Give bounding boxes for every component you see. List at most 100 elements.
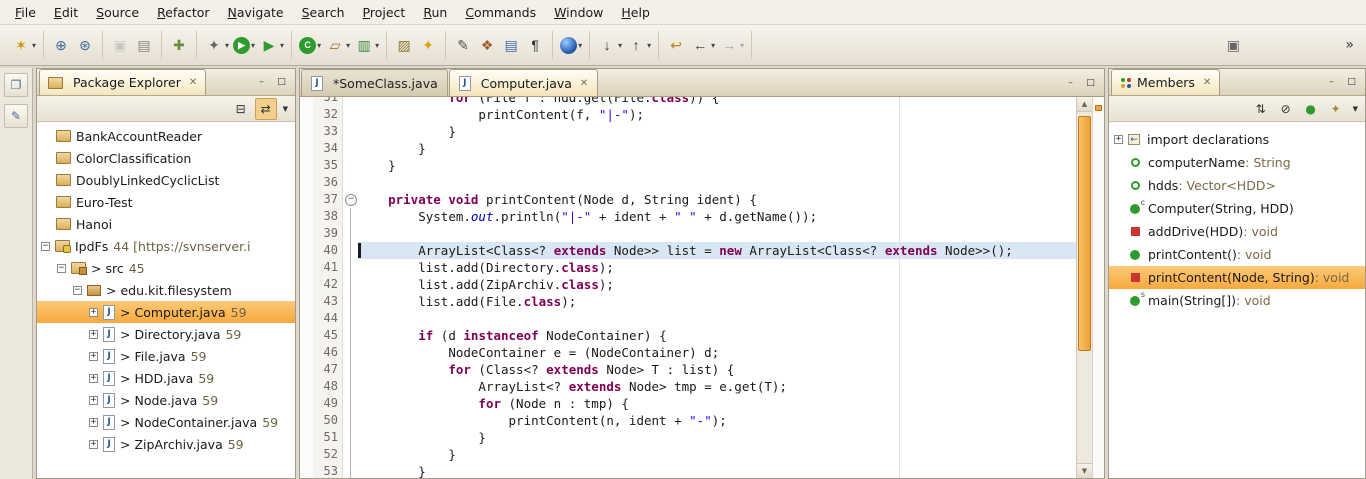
tree-item-computer-java[interactable]: +J>Computer.java59: [37, 301, 295, 323]
tree-expander-icon[interactable]: −: [41, 242, 50, 251]
open-browser-button[interactable]: ▾: [558, 32, 584, 58]
code-line-37[interactable]: 37 private void printContent(Node d, Str…: [300, 191, 1076, 208]
tree-item-ziparchiv-java[interactable]: +J>ZipArchiv.java59: [37, 433, 295, 455]
print-button[interactable]: ▤: [132, 32, 156, 58]
external-tools-button[interactable]: ▶▾: [257, 32, 286, 58]
close-icon[interactable]: ✕: [1203, 77, 1211, 88]
show-whitespace-button[interactable]: ¶: [523, 32, 547, 58]
tree-item-edu-kit-filesystem[interactable]: −>edu.kit.filesystem: [37, 279, 295, 301]
tree-expander-icon[interactable]: +: [89, 374, 98, 383]
collapse-all-button[interactable]: ⊟: [230, 98, 252, 120]
prev-annotation-button[interactable]: ↑▾: [624, 32, 653, 58]
code-line-35[interactable]: 35 }: [300, 157, 1076, 174]
hide-fields-button[interactable]: ⊘: [1275, 98, 1297, 120]
code-line-33[interactable]: 33 }: [300, 123, 1076, 140]
menu-window[interactable]: Window: [545, 2, 612, 23]
member-item-printcontent-node-string[interactable]: printContent(Node, String) : void: [1109, 266, 1365, 289]
svn-update-button[interactable]: ⊕: [49, 32, 73, 58]
link-with-editor-button[interactable]: ⇄: [255, 98, 277, 120]
tree-expander-icon[interactable]: +: [89, 396, 98, 405]
fold-toggle-icon[interactable]: [343, 191, 358, 208]
tree-item-directory-java[interactable]: +J>Directory.java59: [37, 323, 295, 345]
minimize-editor-button[interactable]: –: [1063, 76, 1078, 89]
build-button[interactable]: ✚: [167, 32, 191, 58]
tree-item-node-java[interactable]: +J>Node.java59: [37, 389, 295, 411]
member-item-computername[interactable]: computerName : String: [1109, 151, 1365, 174]
member-item-printcontent[interactable]: printContent() : void: [1109, 243, 1365, 266]
minimize-view-button[interactable]: –: [254, 76, 269, 89]
new-package-button[interactable]: ▱▾: [323, 32, 352, 58]
code-line-31[interactable]: 31 for (File f : hdd.get(File.class)) {: [300, 97, 1076, 106]
format-button[interactable]: ❖: [475, 32, 499, 58]
scroll-up-arrow-icon[interactable]: ▲: [1077, 97, 1092, 112]
close-icon[interactable]: ✕: [580, 78, 588, 89]
highlight-button[interactable]: ✎: [451, 32, 475, 58]
menu-project[interactable]: Project: [354, 2, 415, 23]
restore-fast-view-button[interactable]: ❐: [4, 73, 28, 97]
vertical-scrollbar[interactable]: ▲ ▼: [1076, 97, 1092, 478]
hide-non-public-button[interactable]: ✦: [1325, 98, 1347, 120]
maximize-view-button[interactable]: □: [274, 76, 289, 89]
code-line-34[interactable]: 34 }: [300, 140, 1076, 157]
menu-navigate[interactable]: Navigate: [219, 2, 293, 23]
tree-item-euro-test[interactable]: Euro-Test: [37, 191, 295, 213]
editor-tab-someclass-java[interactable]: J*SomeClass.java: [301, 69, 448, 96]
scrollbar-thumb[interactable]: [1078, 116, 1091, 351]
tree-item-nodecontainer-java[interactable]: +J>NodeContainer.java59: [37, 411, 295, 433]
tab-members[interactable]: Members ✕: [1111, 69, 1220, 95]
menu-search[interactable]: Search: [293, 2, 354, 23]
menu-run[interactable]: Run: [414, 2, 456, 23]
debug-button[interactable]: ✦▾: [202, 32, 231, 58]
member-item-adddrive-hdd[interactable]: addDrive(HDD) : void: [1109, 220, 1365, 243]
view-menu-icon[interactable]: ▼: [1350, 105, 1361, 113]
hide-static-button[interactable]: ●: [1300, 98, 1322, 120]
last-edit-location-button[interactable]: ↩: [664, 32, 688, 58]
code-line-46[interactable]: 46 NodeContainer e = (NodeContainer) d;: [300, 344, 1076, 361]
menu-source[interactable]: Source: [87, 2, 148, 23]
menu-commands[interactable]: Commands: [456, 2, 545, 23]
code-line-53[interactable]: 53 }: [300, 463, 1076, 478]
tree-expander-icon[interactable]: +: [89, 440, 98, 449]
menu-refactor[interactable]: Refactor: [148, 2, 218, 23]
code-line-39[interactable]: 39: [300, 225, 1076, 242]
tree-item-hanoi[interactable]: Hanoi: [37, 213, 295, 235]
code-line-38[interactable]: 38 System.out.println("|-" + ident + " "…: [300, 208, 1076, 225]
code-line-36[interactable]: 36: [300, 174, 1076, 191]
back-button[interactable]: ←▾: [688, 32, 717, 58]
tree-item-hdd-java[interactable]: +J>HDD.java59: [37, 367, 295, 389]
code-line-41[interactable]: 41 list.add(Directory.class);: [300, 259, 1076, 276]
tree-item-doublylinkedcycliclist[interactable]: DoublyLinkedCyclicList: [37, 169, 295, 191]
tree-item-file-java[interactable]: +J>File.java59: [37, 345, 295, 367]
member-item-computer-string-hdd[interactable]: cComputer(String, HDD): [1109, 197, 1365, 220]
toolbar-overflow-chevron[interactable]: »: [1341, 37, 1358, 53]
member-item-main-string[interactable]: smain(String[]) : void: [1109, 289, 1365, 312]
code-line-40[interactable]: 40 ArrayList<Class<? extends Node>> list…: [300, 242, 1076, 259]
code-line-42[interactable]: 42 list.add(ZipArchiv.class);: [300, 276, 1076, 293]
tree-item-ipdfs[interactable]: −IpdFs44 [https://svnserver.i: [37, 235, 295, 257]
run-button[interactable]: ▶▾: [231, 32, 257, 58]
fast-view-editor-button[interactable]: ✎: [4, 104, 28, 128]
code-line-51[interactable]: 51 }: [300, 429, 1076, 446]
code-line-50[interactable]: 50 printContent(n, ident + "-");: [300, 412, 1076, 429]
tree-item-src[interactable]: −>src45: [37, 257, 295, 279]
save-button[interactable]: ▣: [108, 32, 132, 58]
search-button[interactable]: ✦: [416, 32, 440, 58]
open-type-button[interactable]: ▨: [392, 32, 416, 58]
tree-expander-icon[interactable]: +: [89, 308, 98, 317]
code-area[interactable]: 31 for (File f : hdd.get(File.class)) { 3…: [300, 97, 1076, 478]
tree-expander-icon[interactable]: +: [89, 330, 98, 339]
new-class-button[interactable]: C▾: [297, 32, 323, 58]
scroll-down-arrow-icon[interactable]: ▼: [1077, 463, 1092, 478]
scrollbar-track[interactable]: [1077, 112, 1092, 463]
annotations-button[interactable]: ▤: [499, 32, 523, 58]
forward-button[interactable]: →▾: [717, 32, 746, 58]
member-item-import-declarations[interactable]: +←import declarations: [1109, 128, 1365, 151]
maximize-view-button[interactable]: □: [1344, 76, 1359, 89]
member-expander-icon[interactable]: +: [1114, 135, 1123, 144]
annotation-marker[interactable]: [1095, 105, 1102, 111]
new-wizard-button[interactable]: ✶▾: [9, 32, 38, 58]
tree-expander-icon[interactable]: +: [89, 418, 98, 427]
menu-file[interactable]: File: [6, 2, 45, 23]
sort-button[interactable]: ⇅: [1250, 98, 1272, 120]
code-line-49[interactable]: 49 for (Node n : tmp) {: [300, 395, 1076, 412]
